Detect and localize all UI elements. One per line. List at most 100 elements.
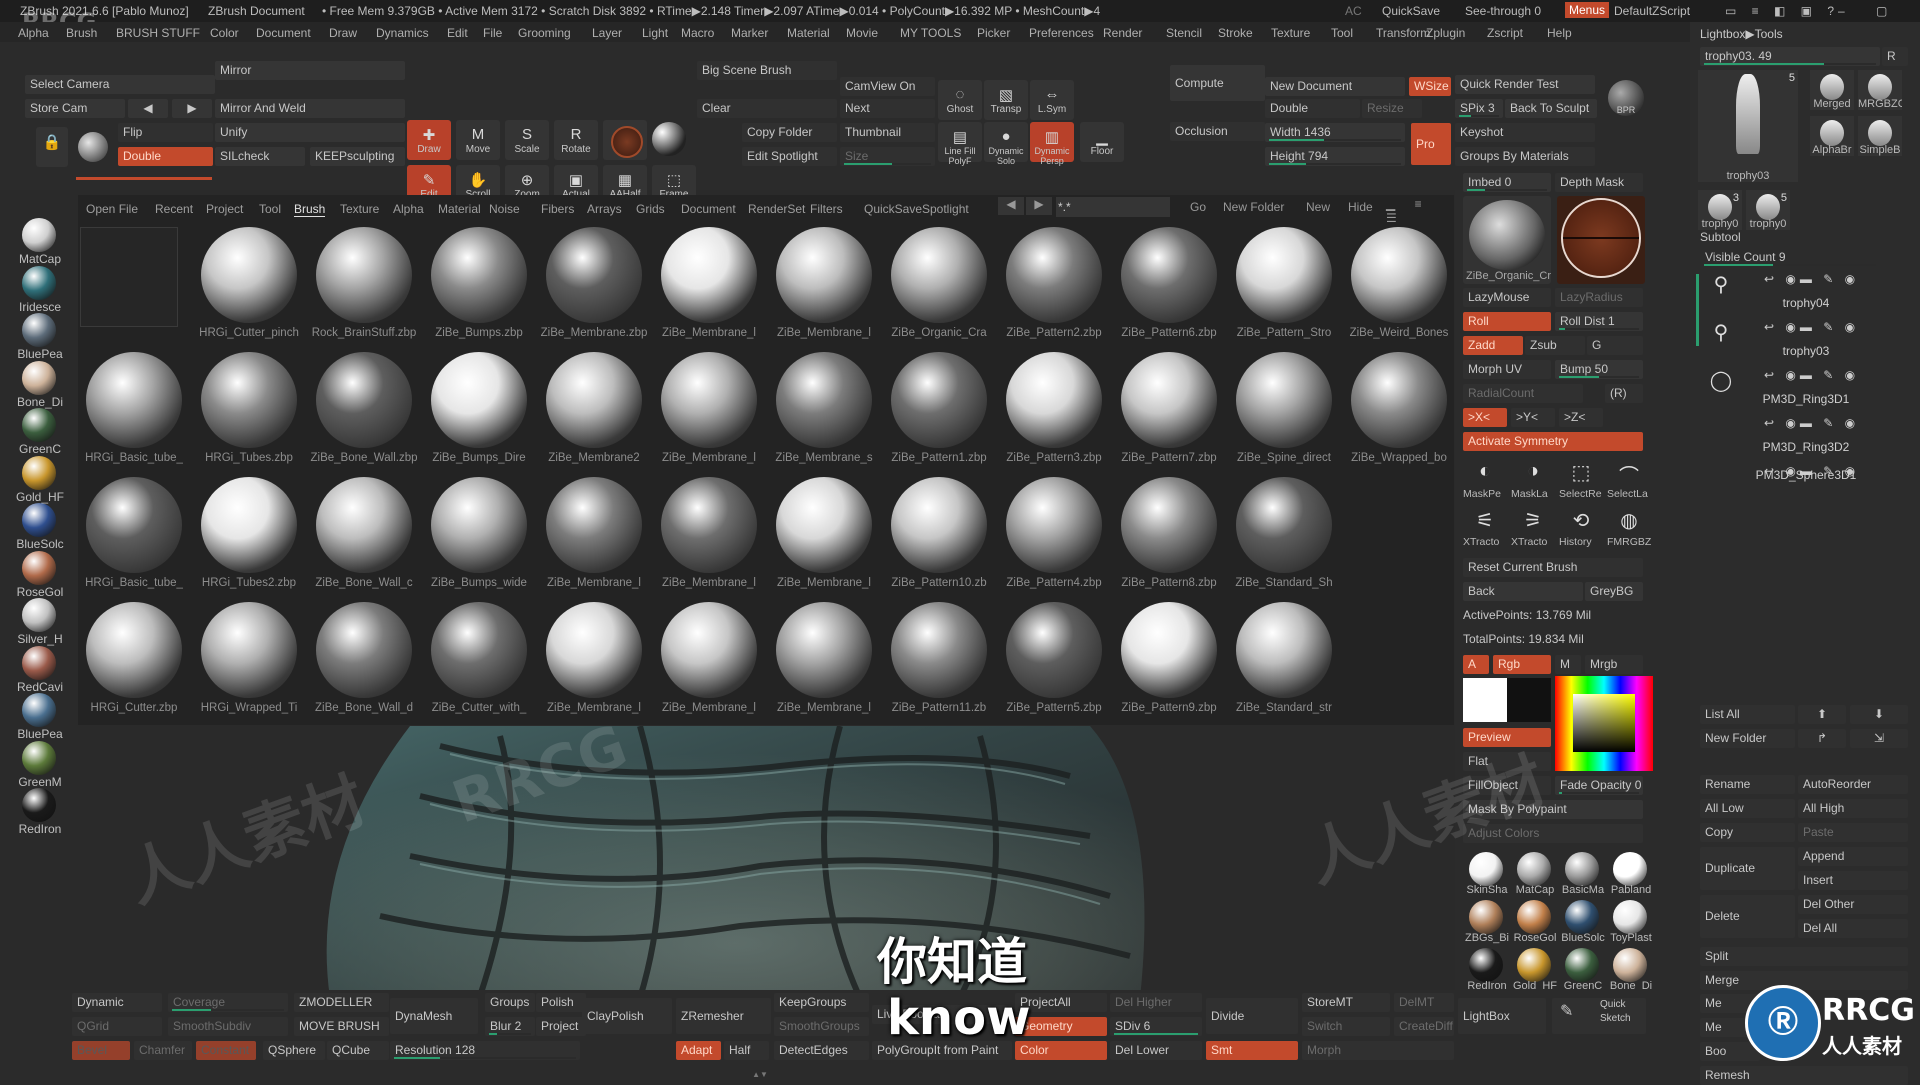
brush-thumbnail-item[interactable]: ZiBe_Pattern11.zb <box>883 600 993 720</box>
camview-on-button[interactable]: CamView On <box>840 77 935 96</box>
menu-zplugin[interactable]: Zplugin <box>1426 26 1465 40</box>
tab-project[interactable]: Project <box>206 202 243 216</box>
zsub-button[interactable]: Zsub <box>1525 336 1585 355</box>
menu-movie[interactable]: Movie <box>846 26 878 40</box>
menu-draw[interactable]: Draw <box>329 26 357 40</box>
see-through-slider[interactable]: See-through 0 <box>1465 4 1541 18</box>
tool-thumb[interactable]: 5 trophy03 <box>1698 70 1798 182</box>
brush-thumbnail-item[interactable]: ZiBe_Bone_Wall_c <box>308 475 418 595</box>
tool-r-button[interactable]: R <box>1882 47 1908 66</box>
pro-button[interactable]: Pro <box>1411 123 1451 165</box>
palette-search-input[interactable] <box>1056 197 1170 217</box>
brush-thumbnail-item[interactable]: ZiBe_Membrane_l <box>653 350 763 470</box>
folder-move-icon[interactable]: ↱ <box>1798 729 1846 748</box>
brush-thumbnail-item[interactable]: ZiBe_Membrane_l <box>538 600 648 720</box>
blur-slider[interactable]: Blur 2 <box>485 1017 535 1036</box>
tab-document[interactable]: Document <box>681 202 736 216</box>
fade-opacity-slider[interactable]: Fade Opacity 0 <box>1555 776 1643 795</box>
menu-brush[interactable]: Brush <box>66 26 97 40</box>
morph-slider[interactable]: Morph <box>1302 1041 1454 1060</box>
subtool-scrollbar[interactable] <box>1696 274 1699 346</box>
current-tool-slider[interactable]: trophy03. 49 <box>1700 47 1880 66</box>
qcube-button[interactable]: QCube <box>327 1041 389 1060</box>
reset-current-brush-button[interactable]: Reset Current Brush <box>1463 558 1643 577</box>
material-3-icon[interactable] <box>1613 852 1647 886</box>
divide-button[interactable]: Divide <box>1206 998 1298 1034</box>
floor-button[interactable]: ▁ Floor <box>1080 122 1124 162</box>
silcheck-button[interactable]: SILcheck <box>215 147 305 166</box>
brush-thumbnail-item[interactable]: ZiBe_Pattern3.zbp <box>998 350 1108 470</box>
palette-new-button[interactable]: New <box>1306 200 1330 214</box>
material-matcap-icon[interactable] <box>22 218 56 252</box>
brush-thumbnail-item[interactable]: ZiBe_Pattern8.zbp <box>1113 475 1223 595</box>
flip-button[interactable]: Flip <box>118 123 213 142</box>
polyf-button[interactable]: ▤ Line Fill PolyF <box>938 122 982 166</box>
storemt-button[interactable]: StoreMT <box>1302 993 1390 1012</box>
rename-button[interactable]: Rename <box>1700 775 1795 794</box>
mirror-button[interactable]: Mirror <box>215 61 405 80</box>
brush-thumbnail-item[interactable]: ZiBe_Organic_Cra <box>883 225 993 345</box>
wsize-button[interactable]: WSize <box>1409 77 1451 96</box>
palette-next-icon[interactable]: ▶ <box>1026 197 1052 215</box>
material-11-icon[interactable] <box>1613 948 1647 982</box>
menu-macro[interactable]: Macro <box>681 26 714 40</box>
qgrid-button[interactable]: QGrid <box>72 1017 162 1036</box>
menu-preferences[interactable]: Preferences <box>1029 26 1094 40</box>
menu-stencil[interactable]: Stencil <box>1166 26 1202 40</box>
matcap-preview-icon[interactable] <box>78 132 108 162</box>
transp-button[interactable]: ▧ Transp <box>984 80 1028 120</box>
menu-document[interactable]: Document <box>256 26 311 40</box>
tab-open-file[interactable]: Open File <box>86 202 138 216</box>
palette-view-icons[interactable]: ▁ ≡ ☰ <box>1386 197 1446 225</box>
tab-material[interactable]: Material <box>438 202 481 216</box>
ghost-button[interactable]: ◌ Ghost <box>938 80 982 120</box>
del-all-button[interactable]: Del All <box>1798 919 1908 938</box>
spix-slider[interactable]: SPix 3 <box>1455 99 1503 118</box>
delmt-button[interactable]: DelMT <box>1394 993 1454 1012</box>
lazyradius-slider[interactable]: LazyRadius <box>1555 288 1643 307</box>
brush-thumbnail-item[interactable]: ZiBe_Spine_direct <box>1228 350 1338 470</box>
depth-mask-button[interactable]: Depth Mask <box>1555 173 1643 192</box>
del-other-button[interactable]: Del Other <box>1798 895 1908 914</box>
list-all-button[interactable]: List All <box>1700 705 1795 724</box>
tool-thumb[interactable]: SimpleB <box>1858 116 1902 156</box>
menu-render[interactable]: Render <box>1103 26 1142 40</box>
menu-grooming[interactable]: Grooming <box>518 26 571 40</box>
lock-icon[interactable]: 🔒 <box>36 127 68 167</box>
brush-thumbnail-item[interactable]: HRGi_Cutter.zbp <box>78 600 188 720</box>
roll-dist-slider[interactable]: Roll Dist 1 <box>1555 312 1643 331</box>
lightbox-tools-title[interactable]: Lightbox▶Tools <box>1700 27 1783 41</box>
tab-arrays[interactable]: Arrays <box>587 202 622 216</box>
tab-tool[interactable]: Tool <box>259 202 281 216</box>
material-silver_h-icon[interactable] <box>22 598 56 632</box>
all-low-button[interactable]: All Low <box>1700 799 1795 818</box>
quick-render-test-button[interactable]: Quick Render Test <box>1455 75 1595 94</box>
switch-button[interactable]: Switch <box>1302 1017 1390 1036</box>
material-1-icon[interactable] <box>1517 852 1551 886</box>
canvas-viewport[interactable] <box>80 726 1454 998</box>
brush-3-icon[interactable]: ⌒ <box>1607 460 1651 488</box>
move-button[interactable]: M Move <box>456 120 500 160</box>
material-rediron-icon[interactable] <box>22 788 56 822</box>
open-folder-slot[interactable] <box>80 227 178 327</box>
mrgb-button[interactable]: Mrgb <box>1585 655 1643 674</box>
zadd-button[interactable]: Zadd <box>1463 336 1523 355</box>
tab-fibers[interactable]: Fibers <box>541 202 574 216</box>
menu-transform[interactable]: Transform <box>1376 26 1430 40</box>
brush-thumbnail-item[interactable]: ZiBe_Cutter_with_ <box>423 600 533 720</box>
tool-thumb[interactable]: 5 trophy0 <box>1746 190 1790 230</box>
groups-button[interactable]: Groups <box>485 993 535 1012</box>
menu-texture[interactable]: Texture <box>1271 26 1310 40</box>
menu-color[interactable]: Color <box>210 26 239 40</box>
height-slider[interactable]: Height 794 <box>1265 147 1405 166</box>
rgb-button[interactable]: Rgb <box>1493 655 1551 674</box>
tab-quicksave[interactable]: QuickSave <box>864 202 922 216</box>
coverage-slider[interactable]: Coverage <box>168 993 288 1012</box>
menu-tool[interactable]: Tool <box>1331 26 1353 40</box>
quick-sketch-button[interactable]: ✎ Quick Sketch <box>1552 998 1646 1034</box>
smoothgroups-button[interactable]: SmoothGroups <box>774 1017 869 1036</box>
brush-thumbnail-item[interactable]: ZiBe_Membrane.zbp <box>538 225 648 345</box>
brush-thumbnail-item[interactable]: ZiBe_Membrane_l <box>653 600 763 720</box>
occlusion-button[interactable]: Occlusion <box>1170 122 1265 141</box>
menu-edit[interactable]: Edit <box>447 26 468 40</box>
